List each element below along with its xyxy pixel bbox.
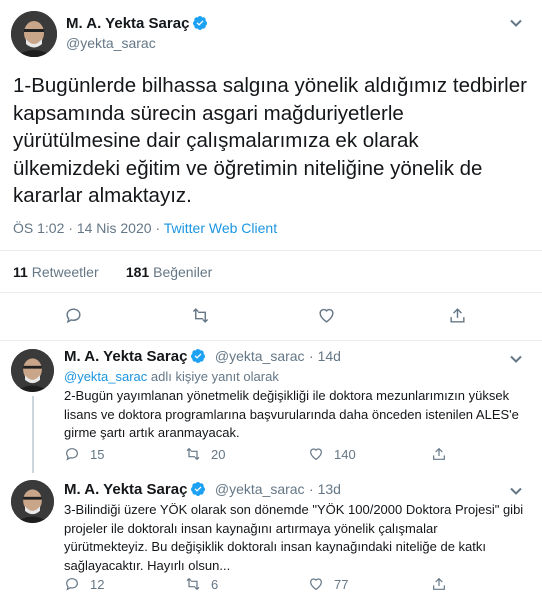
- author-handle[interactable]: @yekta_sarac: [215, 348, 305, 364]
- tweet-client-link[interactable]: Twitter Web Client: [164, 220, 277, 236]
- thread-line: [32, 396, 34, 473]
- like-count: 140: [334, 446, 356, 462]
- like-button[interactable]: [317, 306, 336, 325]
- share-button[interactable]: [431, 446, 447, 462]
- avatar-image: [11, 480, 54, 523]
- replying-mention-link[interactable]: @yekta_sarac: [64, 369, 147, 384]
- like-count: 77: [334, 576, 349, 592]
- retweet-count: 11: [13, 264, 28, 280]
- chevron-down-icon[interactable]: [509, 352, 523, 366]
- reply-icon: [66, 308, 81, 324]
- verified-badge-icon: [193, 16, 208, 30]
- meta-separator: ·: [155, 220, 161, 236]
- share-icon: [433, 577, 445, 590]
- avatar[interactable]: [11, 480, 54, 523]
- like-button[interactable]: 77: [308, 576, 348, 592]
- replying-suffix: adlı kişiye yanıt olarak: [150, 369, 279, 384]
- divider: [0, 340, 542, 341]
- author-handle[interactable]: @yekta_sarac: [66, 35, 156, 51]
- tweet-age[interactable]: · 13d: [309, 481, 341, 497]
- chevron-down-icon[interactable]: [509, 484, 523, 498]
- avatar[interactable]: [11, 11, 57, 57]
- heart-icon: [319, 308, 334, 323]
- retweet-label: Retweetler: [31, 264, 99, 280]
- tweet-timestamp: ÖS 1:02 · 14 Nis 2020 · Twitter Web Clie…: [13, 220, 277, 236]
- reply-button[interactable]: 12: [64, 576, 104, 592]
- replying-to: @yekta_sarac adlı kişiye yanıt olarak: [64, 369, 279, 384]
- retweet-button[interactable]: 20: [185, 446, 225, 462]
- verified-badge-icon: [191, 349, 206, 363]
- heart-icon: [310, 448, 322, 461]
- avatar[interactable]: [11, 349, 54, 392]
- likes-stat[interactable]: 181 Beğeniler: [126, 264, 212, 280]
- retweet-count: 6: [211, 576, 219, 592]
- author-name[interactable]: M. A. Yekta Saraç: [66, 15, 208, 33]
- reply-header: M. A. Yekta Saraç @yekta_sarac · 13d: [64, 481, 341, 499]
- tweet-age[interactable]: · 14d: [309, 348, 341, 364]
- verified-badge-icon: [191, 482, 206, 496]
- reply-icon: [66, 448, 78, 461]
- heart-icon: [310, 578, 322, 591]
- retweet-count: 20: [211, 446, 226, 462]
- tweet-time[interactable]: ÖS 1:02: [13, 220, 64, 236]
- tweet-text: 1-Bugünlerde bilhassa salgına yönelik al…: [13, 74, 527, 207]
- reply-count: 15: [90, 446, 105, 462]
- like-label: Beğeniler: [153, 264, 213, 280]
- share-icon: [433, 447, 445, 460]
- share-button[interactable]: [431, 576, 447, 592]
- author-handle[interactable]: @yekta_sarac: [215, 481, 305, 497]
- divider: [0, 250, 542, 251]
- share-icon: [450, 308, 465, 323]
- divider: [0, 292, 542, 293]
- reply-text: 3-Bilindiği üzere YÖK olarak son dönemde…: [64, 502, 524, 573]
- like-button[interactable]: 140: [308, 446, 356, 462]
- reply-text: 2-Bugün yayımlanan yönetmelik değişikliğ…: [64, 388, 519, 440]
- author-name[interactable]: M. A. Yekta Saraç: [64, 481, 187, 498]
- reply-icon: [66, 578, 78, 591]
- tweet-date[interactable]: 14 Nis 2020: [77, 220, 152, 236]
- retweet-icon: [186, 577, 200, 591]
- avatar-image: [11, 349, 54, 392]
- retweet-button[interactable]: [191, 306, 210, 325]
- reply-count: 12: [90, 576, 105, 592]
- retweet-icon: [186, 447, 200, 461]
- avatar-image: [11, 11, 57, 57]
- author-name-text[interactable]: M. A. Yekta Saraç: [66, 15, 189, 32]
- reply-button[interactable]: [64, 306, 83, 325]
- retweet-icon: [192, 308, 209, 323]
- tweet-stats: 11 Retweetler 181 Beğeniler: [13, 264, 212, 280]
- retweets-stat[interactable]: 11 Retweetler: [13, 264, 99, 280]
- chevron-down-icon[interactable]: [509, 16, 523, 30]
- retweet-button[interactable]: 6: [185, 576, 218, 592]
- meta-separator: ·: [68, 220, 73, 236]
- like-count: 181: [125, 264, 150, 280]
- reply-header: M. A. Yekta Saraç @yekta_sarac · 14d: [64, 348, 341, 366]
- author-name[interactable]: M. A. Yekta Saraç: [64, 348, 187, 365]
- share-button[interactable]: [448, 306, 467, 325]
- reply-button[interactable]: 15: [64, 446, 104, 462]
